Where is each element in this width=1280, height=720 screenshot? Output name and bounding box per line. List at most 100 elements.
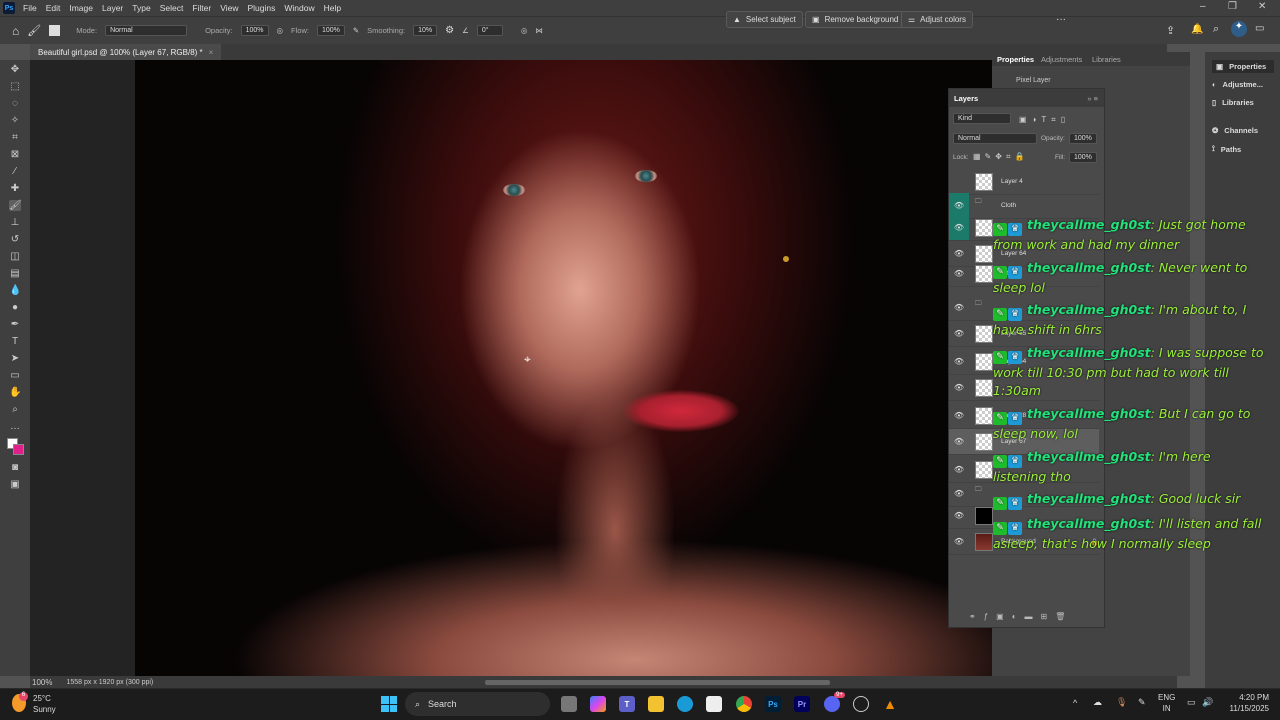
healing-tool-icon[interactable]: ✚ [9, 183, 21, 194]
background-color[interactable] [13, 444, 24, 455]
copilot-icon[interactable] [590, 696, 606, 712]
path-selection-tool-icon[interactable]: ➤ [9, 353, 21, 364]
type-tool-icon[interactable]: T [9, 336, 21, 347]
move-tool-icon[interactable]: ✥ [9, 64, 21, 75]
marquee-tool-icon[interactable]: ⬚ [9, 81, 21, 92]
bell-icon[interactable]: 🔔 [1191, 24, 1203, 35]
tray-chevron-icon[interactable]: ^ [1073, 698, 1077, 708]
chat-username[interactable]: theycallme_gh0st [1027, 516, 1151, 531]
layer-actions[interactable]: ⚭ƒ▣◐▬⊞🗑 [969, 612, 1073, 621]
onedrive-icon[interactable]: ☁ [1093, 697, 1102, 708]
menu-filter[interactable]: Filter [192, 3, 211, 13]
menu-view[interactable]: View [220, 3, 238, 13]
pressure-opacity-icon[interactable]: ◎ [277, 26, 284, 35]
minimize-button[interactable]: – [1200, 1, 1206, 12]
menu-file[interactable]: File [23, 3, 37, 13]
dock-paths[interactable]: ⟟ Paths [1212, 144, 1241, 154]
remove-background-button[interactable]: ▣ Remove background [805, 11, 906, 28]
visibility-eye-icon[interactable]: 👁 [949, 375, 969, 400]
zoom-level[interactable]: 100% [32, 678, 52, 687]
menu-layer[interactable]: Layer [102, 3, 123, 13]
share-icon[interactable]: ⇪ [1166, 24, 1175, 37]
brush-settings-icon[interactable] [49, 25, 61, 36]
menu-help[interactable]: Help [324, 3, 341, 13]
tab-properties[interactable]: Properties [997, 55, 1034, 64]
visibility-eye-icon[interactable]: 👁 [949, 321, 969, 346]
file-explorer-icon[interactable] [648, 696, 664, 712]
airbrush-icon[interactable]: ✎ [353, 26, 359, 35]
blend-mode-select[interactable]: Normal [953, 133, 1037, 144]
eyedropper-tool-icon[interactable]: ⁄ [9, 166, 21, 177]
pen-icon[interactable]: ✎ [1138, 697, 1146, 708]
clone-stamp-tool-icon[interactable]: ⊥ [9, 217, 21, 228]
menu-type[interactable]: Type [132, 3, 150, 13]
app-icon[interactable] [853, 696, 869, 712]
visibility-eye-icon[interactable]: 👁 [949, 295, 969, 320]
premiere-icon[interactable]: Pr [794, 696, 810, 712]
clock[interactable]: 4:20 PM 11/15/2025 [1223, 692, 1269, 714]
hand-tool-icon[interactable]: ✋ [9, 387, 21, 398]
store-icon[interactable] [706, 696, 722, 712]
symmetry-icon[interactable]: ⋈ [535, 26, 543, 35]
discord-icon[interactable] [824, 696, 840, 712]
layer-opacity-input[interactable]: 100% [1069, 133, 1097, 144]
dock-adjustments[interactable]: ◐ Adjustme... [1212, 80, 1263, 89]
layer-row[interactable]: Layer 4 [949, 169, 1099, 195]
frame-tool-icon[interactable]: ⊠ [9, 149, 21, 160]
angle-input[interactable]: 0° [476, 25, 503, 36]
taskbar-search[interactable]: ⌕ Search [405, 692, 550, 716]
chrome-icon[interactable] [736, 696, 752, 712]
search-icon[interactable]: ⌕ [1213, 23, 1219, 36]
more-tools-icon[interactable]: … [9, 421, 21, 432]
tab-adjustments[interactable]: Adjustments [1041, 55, 1082, 64]
brush-preset-icon[interactable]: 🖌 [27, 24, 41, 37]
opacity-input[interactable]: 100% [240, 25, 269, 36]
horizontal-scrollbar[interactable] [485, 680, 830, 685]
menu-select[interactable]: Select [160, 3, 184, 13]
select-subject-button[interactable]: ▲ Select subject [726, 11, 803, 28]
filter-kind-select[interactable]: Kind [953, 113, 1011, 126]
mode-select[interactable]: Normal [105, 25, 188, 36]
document-tab[interactable]: Beautiful girl.psd @ 100% (Layer 67, RGB… [30, 44, 222, 60]
menu-edit[interactable]: Edit [46, 3, 61, 13]
home-icon[interactable]: ⌂ [12, 24, 19, 38]
network-icon[interactable]: ▭ [1187, 697, 1196, 708]
quick-mask-icon[interactable]: ◙ [9, 462, 21, 473]
gear-icon[interactable]: ⚙ [445, 25, 454, 36]
microphone-icon[interactable]: 🎙 [1116, 697, 1127, 708]
more-button[interactable]: ··· [1056, 14, 1066, 25]
visibility-eye-icon[interactable]: 👁 [949, 349, 969, 374]
history-brush-tool-icon[interactable]: ↺ [9, 234, 21, 245]
workspace-icon[interactable]: ▭ [1255, 23, 1264, 34]
dodge-tool-icon[interactable]: ● [9, 302, 21, 313]
language-indicator[interactable]: ENG IN [1158, 692, 1175, 714]
start-button[interactable] [381, 696, 397, 712]
dock-libraries[interactable]: ▯ Libraries [1212, 98, 1254, 107]
close-tab-icon[interactable]: × [209, 48, 214, 57]
visibility-eye-icon[interactable]: 👁 [949, 403, 969, 428]
adjust-colors-button[interactable]: ⚌ Adjust colors [901, 11, 973, 28]
flow-input[interactable]: 100% [316, 25, 345, 36]
pressure-size-icon[interactable]: ◎ [521, 26, 528, 35]
smoothing-input[interactable]: 10% [413, 25, 438, 36]
visibility-eye-icon[interactable]: 👁 [949, 261, 969, 286]
blur-tool-icon[interactable]: 💧 [9, 285, 21, 296]
visibility-eye-icon[interactable]: 👁 [949, 503, 969, 528]
crop-tool-icon[interactable]: ⌗ [9, 132, 21, 143]
screen-mode-icon[interactable]: ▣ [9, 479, 21, 490]
discover-icon[interactable]: ✦ [1231, 21, 1247, 37]
task-view-icon[interactable] [561, 696, 577, 712]
brush-tool-icon[interactable]: 🖌 [9, 200, 22, 211]
chat-username[interactable]: theycallme_gh0st [1027, 345, 1151, 360]
chat-username[interactable]: theycallme_gh0st [1027, 449, 1151, 464]
teams-icon[interactable]: T [619, 696, 635, 712]
layers-title[interactable]: Layers [954, 94, 978, 103]
edge-icon[interactable] [677, 696, 693, 712]
chat-username[interactable]: theycallme_gh0st [1027, 302, 1151, 317]
chat-username[interactable]: theycallme_gh0st [1027, 406, 1151, 421]
chat-username[interactable]: theycallme_gh0st [1027, 217, 1151, 232]
restore-button[interactable]: ❐ [1228, 1, 1237, 12]
menu-image[interactable]: Image [69, 3, 93, 13]
panel-menu-icon[interactable]: » ≡ [1087, 94, 1098, 103]
volume-icon[interactable]: 🔊 [1202, 697, 1213, 708]
